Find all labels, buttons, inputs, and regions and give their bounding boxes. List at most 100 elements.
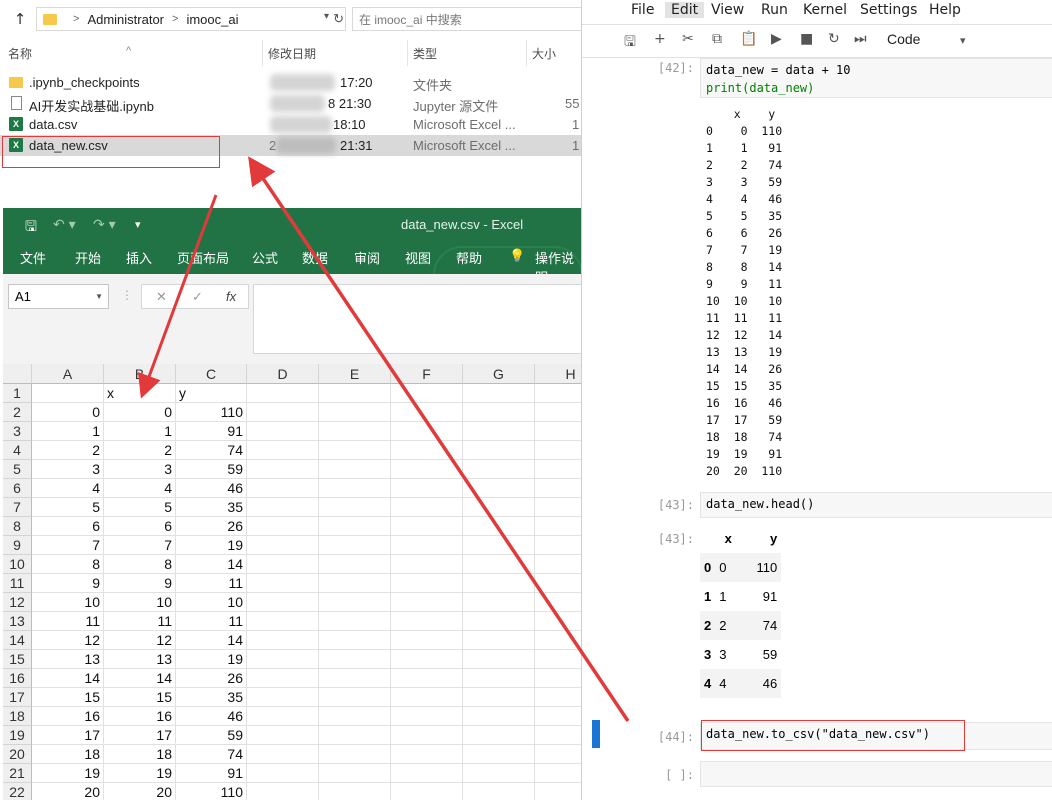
sheet-cell[interactable] (463, 536, 535, 555)
sheet-cell[interactable] (463, 783, 535, 800)
sheet-cell[interactable] (391, 441, 463, 460)
breadcrumb-administrator[interactable]: Administrator (87, 12, 164, 27)
sheet-cell[interactable]: 5 (104, 498, 176, 517)
sheet-cell[interactable] (535, 517, 582, 536)
search-box[interactable]: 在 imooc_ai 中搜索 (352, 7, 582, 31)
add-cell-icon[interactable]: + (654, 31, 666, 47)
sheet-cell[interactable]: y (176, 384, 247, 403)
confirm-icon[interactable]: ✓ (192, 289, 203, 305)
sheet-cell[interactable]: 20 (104, 783, 176, 800)
sheet-cell[interactable] (535, 726, 582, 745)
sheet-cell[interactable]: 11 (176, 612, 247, 631)
sheet-cell[interactable]: 26 (176, 517, 247, 536)
sheet-cell[interactable] (463, 707, 535, 726)
sheet-cell[interactable] (463, 422, 535, 441)
row-header[interactable]: 5 (3, 460, 32, 479)
sheet-cell[interactable]: 15 (32, 688, 104, 707)
sheet-cell[interactable] (535, 612, 582, 631)
sheet-cell[interactable] (247, 707, 319, 726)
sheet-cell[interactable] (391, 403, 463, 422)
row-header[interactable]: 3 (3, 422, 32, 441)
sheet-cell[interactable] (319, 612, 391, 631)
sheet-cell[interactable] (391, 688, 463, 707)
save-icon[interactable]: 🖫 (624, 31, 636, 55)
sheet-cell[interactable]: 17 (32, 726, 104, 745)
row-header[interactable]: 17 (3, 688, 32, 707)
sheet-cell[interactable] (535, 593, 582, 612)
sheet-cell[interactable] (535, 707, 582, 726)
sheet-cell[interactable]: 4 (32, 479, 104, 498)
column-type[interactable]: 类型 (413, 45, 437, 62)
ribbon-tab-formulas[interactable]: 公式 (252, 248, 278, 267)
fx-icon[interactable]: fx (226, 289, 236, 304)
sheet-cell[interactable] (319, 384, 391, 403)
sheet-cell[interactable] (247, 536, 319, 555)
sheet-cell[interactable]: 1 (104, 422, 176, 441)
sheet-cell[interactable]: 13 (32, 650, 104, 669)
column-size[interactable]: 大小 (532, 45, 556, 62)
sheet-cell[interactable] (247, 612, 319, 631)
sheet-cell[interactable] (391, 783, 463, 800)
sheet-cell[interactable] (463, 460, 535, 479)
sheet-cell[interactable] (247, 479, 319, 498)
sheet-cell[interactable]: 6 (104, 517, 176, 536)
sheet-cell[interactable]: 10 (104, 593, 176, 612)
code-cell-43[interactable]: data_new.head() (700, 492, 1052, 518)
redo-icon[interactable]: ↷ ▾ (93, 216, 116, 233)
cell-type-select[interactable]: Code (887, 31, 920, 47)
sheet-cell[interactable] (247, 650, 319, 669)
restart-icon[interactable]: ↻ (828, 31, 840, 47)
sheet-cell[interactable] (535, 764, 582, 783)
stop-icon[interactable]: ■ (800, 31, 813, 47)
sheet-cell[interactable]: 18 (32, 745, 104, 764)
sheet-cell[interactable]: 110 (176, 783, 247, 800)
sheet-cell[interactable] (535, 555, 582, 574)
sheet-cell[interactable] (463, 403, 535, 422)
sheet-cell[interactable]: 14 (176, 555, 247, 574)
sheet-cell[interactable] (247, 783, 319, 800)
ribbon-tab-view[interactable]: 视图 (405, 248, 431, 267)
select-all-corner[interactable] (3, 364, 32, 384)
sheet-cell[interactable]: 19 (176, 536, 247, 555)
menu-edit[interactable]: Edit (665, 2, 705, 18)
sheet-cell[interactable] (463, 726, 535, 745)
refresh-icon[interactable]: ↻ (333, 11, 344, 27)
sheet-cell[interactable] (535, 479, 582, 498)
ribbon-tab-layout[interactable]: 页面布局 (177, 248, 229, 267)
row-header[interactable]: 11 (3, 574, 32, 593)
sheet-cell[interactable] (391, 650, 463, 669)
ribbon-tab-help[interactable]: 帮助 (456, 248, 482, 267)
sheet-cell[interactable]: 12 (104, 631, 176, 650)
sheet-cell[interactable] (535, 403, 582, 422)
sheet-cell[interactable]: 2 (104, 441, 176, 460)
sheet-cell[interactable] (391, 555, 463, 574)
sheet-cell[interactable] (463, 479, 535, 498)
menu-file[interactable]: File (631, 2, 654, 18)
sheet-cell[interactable] (319, 631, 391, 650)
row-header[interactable]: 18 (3, 707, 32, 726)
sheet-cell[interactable]: 17 (104, 726, 176, 745)
sheet-cell[interactable] (535, 631, 582, 650)
sheet-cell[interactable] (391, 536, 463, 555)
sheet-cell[interactable] (247, 422, 319, 441)
sheet-cell[interactable] (463, 745, 535, 764)
sheet-cell[interactable]: 19 (32, 764, 104, 783)
breadcrumb-imooc-ai[interactable]: imooc_ai (186, 12, 238, 27)
sheet-cell[interactable] (391, 631, 463, 650)
sheet-cell[interactable] (247, 384, 319, 403)
sheet-cell[interactable]: 14 (32, 669, 104, 688)
sheet-cell[interactable]: 59 (176, 460, 247, 479)
sheet-cell[interactable] (319, 650, 391, 669)
row-header[interactable]: 9 (3, 536, 32, 555)
sheet-cell[interactable] (247, 764, 319, 783)
sheet-cell[interactable] (463, 650, 535, 669)
file-row[interactable]: AI开发实战基础.ipynb 8 21:30 Jupyter 源文件 55 (0, 93, 582, 114)
menu-help[interactable]: Help (929, 2, 961, 18)
sheet-cell[interactable] (391, 384, 463, 403)
sheet-cell[interactable]: 5 (32, 498, 104, 517)
sheet-cell[interactable] (319, 764, 391, 783)
sheet-cell[interactable]: 35 (176, 688, 247, 707)
sheet-cell[interactable] (391, 574, 463, 593)
sheet-cell[interactable] (247, 403, 319, 422)
sheet-cell[interactable] (535, 422, 582, 441)
